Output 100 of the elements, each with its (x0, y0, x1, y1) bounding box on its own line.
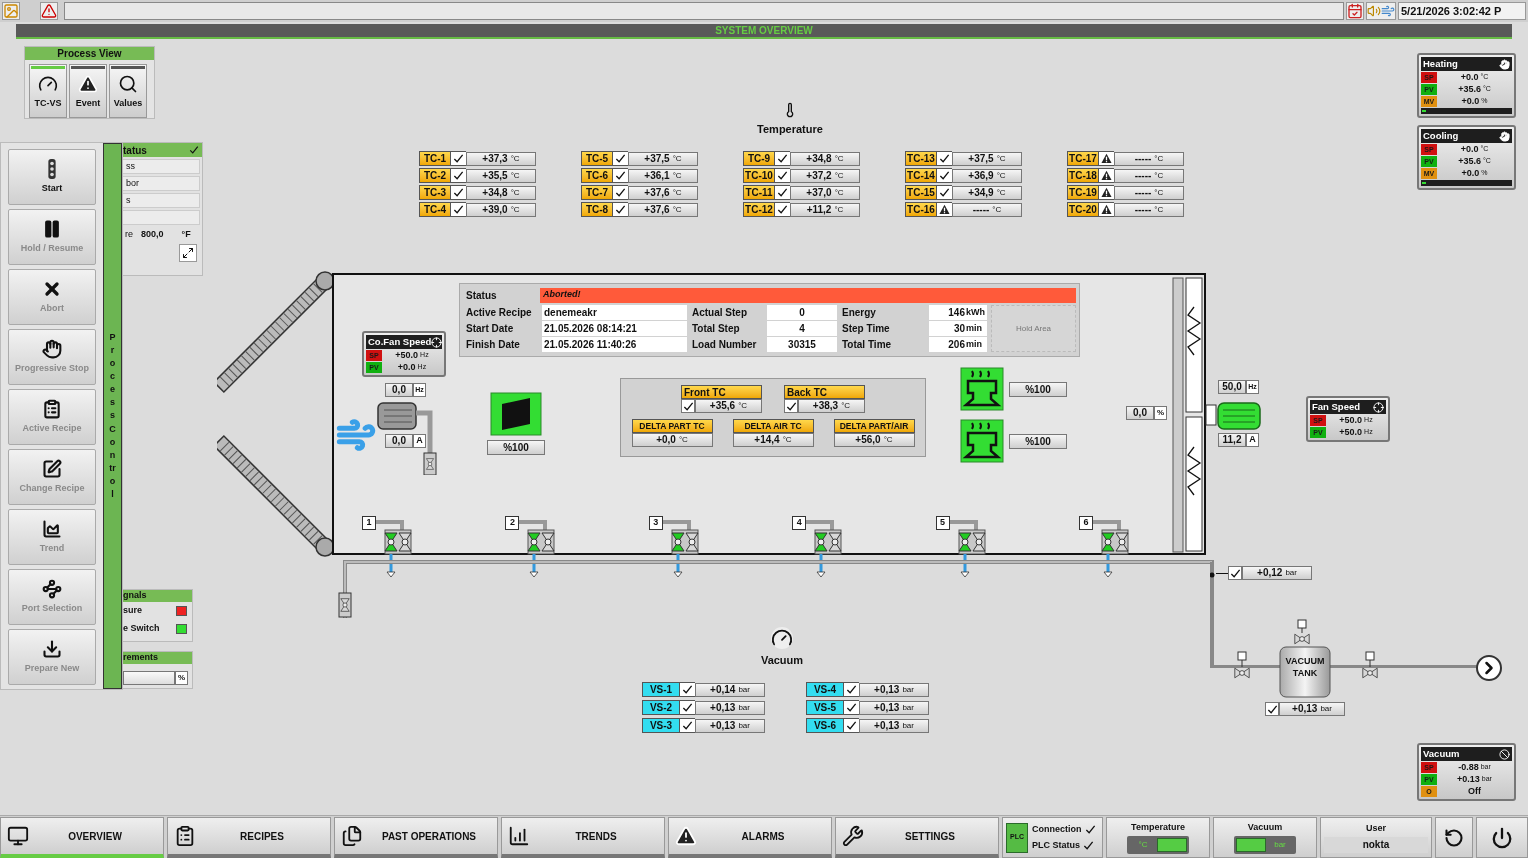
download-icon (42, 638, 62, 659)
heater-icon[interactable] (960, 419, 1004, 463)
panel-title: gnals (123, 589, 147, 603)
reading: +35,5 (482, 170, 508, 181)
controller-title: Co.Fan Speed (368, 334, 432, 349)
monitor-icon (7, 825, 29, 847)
warning-icon (675, 825, 697, 847)
unit-label: °C (834, 154, 844, 163)
unit-label: % (175, 671, 188, 685)
unit-label: A (413, 434, 426, 448)
reading: +0.0 (1461, 94, 1480, 108)
power-button[interactable] (1476, 817, 1528, 858)
reading: ----- (1134, 204, 1152, 215)
reading: +35.6 (1458, 154, 1481, 168)
blocked-icon[interactable] (1499, 748, 1510, 760)
unit-label: °C (992, 205, 1002, 214)
sensor-tag: Front TC (681, 385, 762, 399)
field-label: Status (465, 288, 498, 303)
field-value: 30315 (767, 337, 837, 352)
nav-tab[interactable]: RECIPES (167, 817, 331, 858)
warning-icon[interactable] (40, 2, 58, 20)
reading: ----- (972, 204, 990, 215)
panel-title: User (1366, 821, 1386, 835)
nav-tab[interactable]: PAST OPERATIONS (334, 817, 498, 858)
field-label: Active Recipe (465, 306, 533, 320)
view-button[interactable]: TC-VS (29, 64, 67, 118)
sensor-tag: VS-2 (642, 700, 680, 715)
clipboard-icon (42, 398, 62, 419)
sensor-tag: TC-5 (581, 151, 613, 166)
sensor-tag: DELTA PART TC (631, 419, 713, 433)
hand-icon[interactable] (1499, 58, 1510, 70)
field-label: Step Time (841, 322, 891, 336)
reading: +14,4 (754, 435, 780, 445)
panel-title: Temperature (1131, 820, 1185, 834)
image-icon[interactable] (2, 2, 20, 20)
nav-tab[interactable]: OVERVIEW (0, 817, 164, 858)
reading: 0,0 (392, 436, 406, 446)
sensor-tag: VS-1 (642, 682, 680, 697)
reading: +0.0 (397, 360, 416, 374)
sensor-tag: TC-10 (743, 168, 775, 183)
sensor-tag: TC-2 (419, 168, 451, 183)
hand-icon[interactable] (1499, 130, 1510, 142)
binders-icon (341, 825, 363, 847)
sensor-tag: TC-9 (743, 151, 775, 166)
unit-label: °C (672, 205, 682, 214)
field-label: Total Time (841, 338, 893, 352)
sensor-tag: VS-6 (806, 718, 844, 733)
target-icon[interactable] (1373, 401, 1384, 413)
page-title: SYSTEM OVERVIEW (715, 24, 813, 38)
nav-tab[interactable]: TRENDS (501, 817, 665, 858)
hand-icon (42, 338, 62, 359)
field-value: denemeakr (542, 305, 687, 320)
unit-label: bar (738, 703, 750, 712)
unit-label: % (1154, 406, 1167, 420)
refresh-button[interactable] (1435, 817, 1473, 858)
signal-label: sure (123, 604, 142, 618)
nav-tab[interactable]: SETTINGS (835, 817, 999, 858)
message-field[interactable] (64, 2, 1344, 20)
reading: 11,2 (1222, 435, 1242, 445)
measurement-field[interactable] (123, 671, 175, 685)
panel-title: Process View (57, 47, 122, 61)
reading: ----- (1134, 170, 1152, 181)
port-number: 1 (362, 516, 376, 530)
reading: +39,0 (482, 204, 508, 215)
calendar-icon[interactable] (1346, 2, 1364, 20)
reading: +50.0 (1339, 413, 1363, 427)
vacuum-pump-icon[interactable] (1476, 655, 1502, 681)
unit-toggle[interactable]: °C (1127, 836, 1189, 855)
edit-icon (42, 458, 62, 479)
reading: +0.0 (1460, 70, 1479, 84)
sensor-tag: TC-4 (419, 202, 451, 217)
reading: +50.0 (395, 348, 419, 362)
unit-label: °C (996, 188, 1006, 197)
panel-title: tatus (123, 143, 147, 158)
view-button[interactable]: Event (69, 64, 107, 118)
sensor-tag: TC-15 (905, 185, 937, 200)
section-title: Vacuum (760, 653, 804, 668)
field-label: Finish Date (465, 338, 521, 352)
sensor-tag: TC-1 (419, 151, 451, 166)
sensor-tag: TC-16 (905, 202, 937, 217)
nav-tab[interactable]: ALARMS (668, 817, 832, 858)
fan-motor-drawing (1205, 400, 1263, 430)
controller-title: Fan Speed (1312, 399, 1361, 414)
unit-label: °C (738, 402, 748, 410)
target-icon[interactable] (431, 336, 443, 348)
sensor-tag: TC-20 (1067, 202, 1099, 217)
heater-icon[interactable] (960, 367, 1004, 411)
unit-label: °C (510, 205, 520, 214)
process-button[interactable]: Start (8, 149, 96, 205)
signal-label: e Switch (123, 622, 160, 636)
sidebar-handle[interactable]: Process Control (103, 143, 122, 689)
sound-network-icon[interactable] (1366, 2, 1396, 20)
view-button[interactable]: Values (109, 64, 147, 118)
unit-label: bar (1320, 705, 1332, 713)
status-label: Connection (1032, 823, 1082, 836)
damper-icon[interactable] (490, 392, 542, 436)
reading: +34,8 (806, 153, 832, 164)
expand-icon[interactable] (179, 244, 197, 262)
unit-label: °C (1154, 171, 1164, 180)
clipboard-icon (174, 825, 196, 847)
